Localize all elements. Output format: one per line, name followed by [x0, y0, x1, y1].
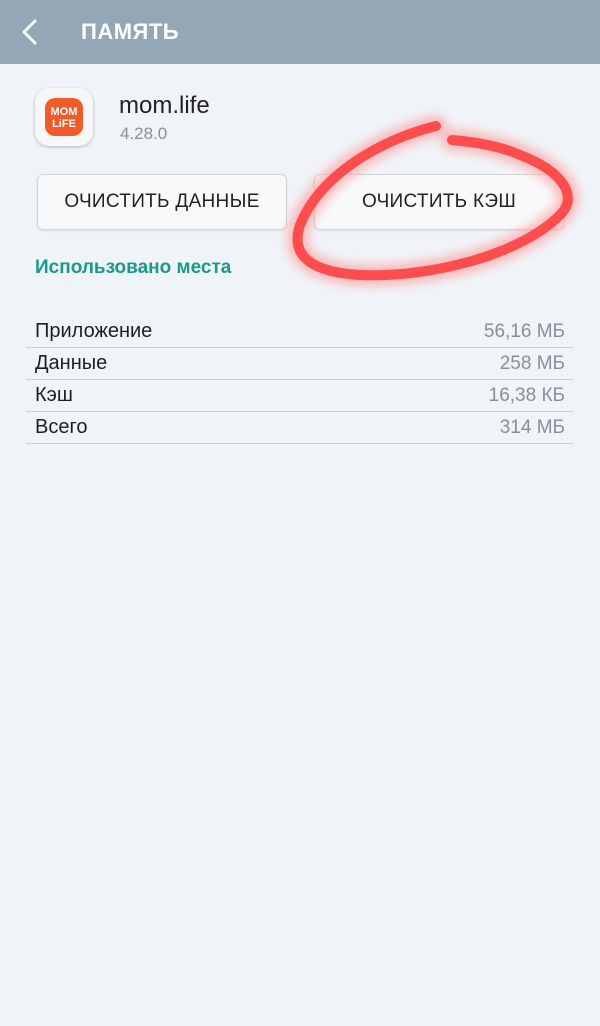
- clear-cache-button[interactable]: ОЧИСТИТЬ КЭШ: [314, 174, 564, 230]
- back-button[interactable]: [0, 0, 62, 64]
- app-logo-text-top: MOM: [51, 106, 78, 118]
- row-value: 16,38 КБ: [488, 384, 565, 406]
- top-app-bar: ПАМЯТЬ: [0, 0, 600, 64]
- storage-page: MOM LiFE mom.life 4.28.0 ОЧИСТИТЬ ДАННЫЕ…: [0, 64, 600, 1026]
- storage-row-total: Всего 314 МБ: [26, 412, 573, 444]
- app-icon: MOM LiFE: [35, 88, 93, 146]
- row-label: Данные: [35, 352, 108, 374]
- app-logo: MOM LiFE: [45, 98, 83, 136]
- storage-row-app: Приложение 56,16 МБ: [26, 316, 573, 348]
- row-value: 314 МБ: [499, 416, 565, 438]
- storage-section-title: Использовано места: [35, 257, 232, 278]
- row-label: Приложение: [35, 320, 153, 342]
- page-title: ПАМЯТЬ: [81, 19, 180, 44]
- clear-data-button[interactable]: ОЧИСТИТЬ ДАННЫЕ: [37, 174, 287, 230]
- row-value: 56,16 МБ: [483, 320, 565, 342]
- app-version: 4.28.0: [120, 124, 168, 143]
- row-label: Кэш: [35, 384, 73, 406]
- row-label: Всего: [35, 416, 88, 438]
- storage-row-cache: Кэш 16,38 КБ: [26, 380, 573, 412]
- row-value: 258 МБ: [499, 352, 565, 374]
- app-name: mom.life: [119, 92, 210, 119]
- storage-usage-list: Приложение 56,16 МБ Данные 258 МБ Кэш 16…: [26, 316, 573, 444]
- app-logo-text-bottom: LiFE: [52, 118, 76, 130]
- storage-row-data: Данные 258 МБ: [26, 348, 573, 380]
- chevron-left-icon: [22, 19, 37, 45]
